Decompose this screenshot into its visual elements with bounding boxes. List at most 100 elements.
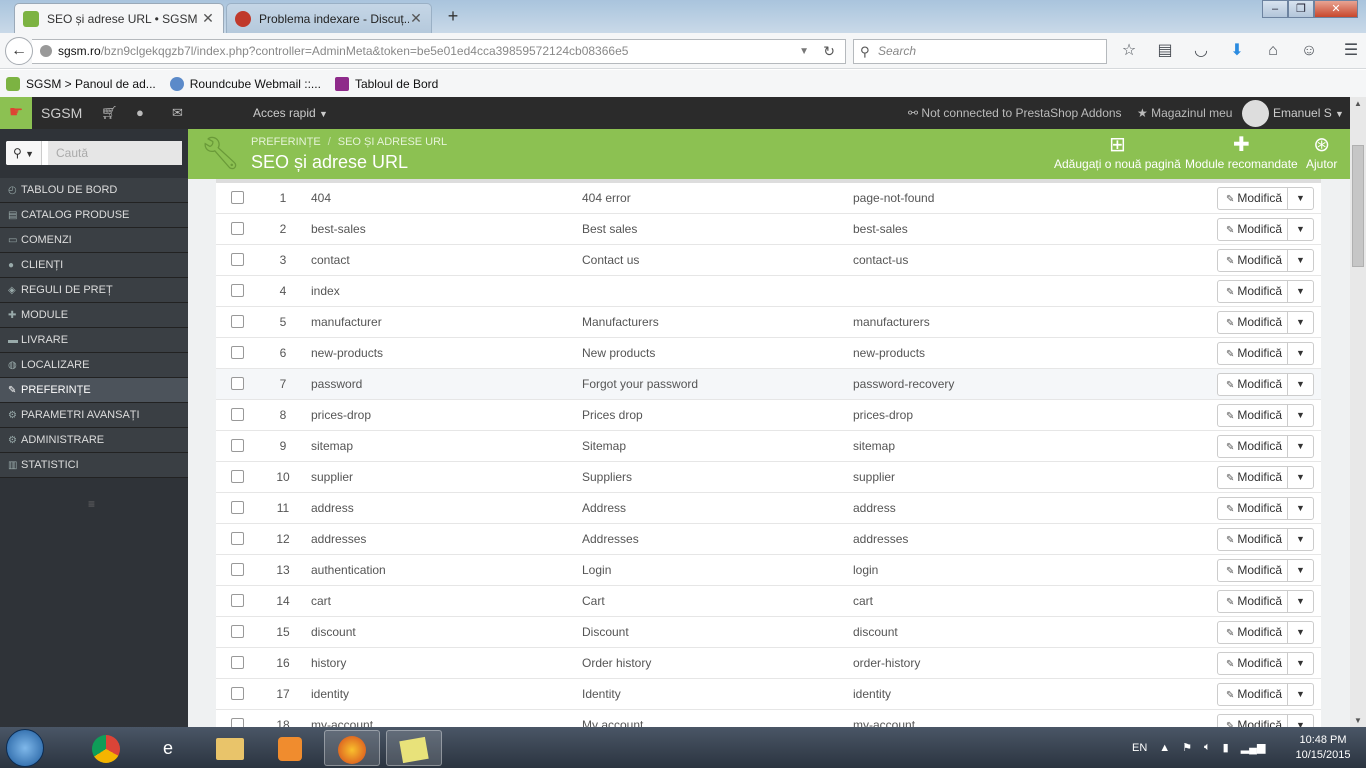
mail-icon[interactable]: ✉: [172, 97, 183, 129]
row-select-checkbox[interactable]: [231, 718, 244, 727]
row-select-checkbox[interactable]: [231, 470, 244, 483]
maximize-button[interactable]: ❐: [1288, 0, 1314, 18]
row-select-checkbox[interactable]: [231, 191, 244, 204]
sidebar-search-input[interactable]: Caută: [48, 141, 182, 165]
edit-button[interactable]: ✎ Modifică: [1217, 373, 1288, 396]
row-actions-dropdown-button[interactable]: ▼: [1287, 404, 1314, 427]
help-button[interactable]: ⊛ Ajutor: [1306, 133, 1337, 171]
breadcrumb-item[interactable]: SEO ȘI ADRESE URL: [338, 136, 447, 148]
bookmark-item[interactable]: SGSM > Panoul de ad...: [6, 76, 156, 91]
scroll-up-icon[interactable]: ▲: [1350, 99, 1366, 108]
site-identity-icon[interactable]: [40, 45, 52, 57]
reload-icon[interactable]: ↻: [823, 40, 835, 63]
language-indicator[interactable]: EN: [1132, 742, 1147, 754]
show-hidden-icons-icon[interactable]: ▲: [1159, 742, 1170, 754]
row-select-checkbox[interactable]: [231, 315, 244, 328]
search-scope-dropdown[interactable]: ⚲ ▼: [6, 141, 42, 165]
sidebar-item-localization[interactable]: ◍ LOCALIZARE: [0, 353, 188, 378]
sticky-notes-taskbar-icon[interactable]: [386, 730, 442, 766]
edit-button[interactable]: ✎ Modifică: [1217, 342, 1288, 365]
user-menu[interactable]: Emanuel S ▼: [1273, 97, 1344, 130]
avatar[interactable]: [1242, 100, 1269, 127]
hand-pointer-icon[interactable]: ☛: [0, 97, 32, 129]
firefox-taskbar-icon[interactable]: [324, 730, 380, 766]
row-actions-dropdown-button[interactable]: ▼: [1287, 373, 1314, 396]
row-actions-dropdown-button[interactable]: ▼: [1287, 528, 1314, 551]
shop-name[interactable]: SGSM: [41, 97, 82, 129]
row-actions-dropdown-button[interactable]: ▼: [1287, 311, 1314, 334]
close-tab-icon[interactable]: ✕: [409, 10, 423, 27]
row-select-checkbox[interactable]: [231, 687, 244, 700]
url-history-dropdown-icon[interactable]: ▼: [799, 40, 809, 63]
action-center-flag-icon[interactable]: ⚑: [1182, 741, 1192, 754]
network-signal-icon[interactable]: ▂▄▆: [1241, 741, 1266, 754]
minimize-button[interactable]: –: [1262, 0, 1288, 18]
media-player-taskbar-icon[interactable]: [262, 730, 318, 766]
file-explorer-taskbar-icon[interactable]: [202, 730, 258, 766]
menu-icon[interactable]: ☰: [1340, 39, 1362, 63]
home-icon[interactable]: ⌂: [1262, 39, 1284, 63]
row-select-checkbox[interactable]: [231, 253, 244, 266]
pocket-icon[interactable]: ◡: [1190, 39, 1212, 63]
row-actions-dropdown-button[interactable]: ▼: [1287, 652, 1314, 675]
sidebar-item-preferences[interactable]: ✎ PREFERINȚE: [0, 378, 188, 403]
back-button[interactable]: ←: [5, 37, 33, 65]
cart-icon[interactable]: 🛒︎: [101, 97, 118, 129]
edit-button[interactable]: ✎ Modifică: [1217, 683, 1288, 706]
system-clock[interactable]: 10:48 PM 10/15/2015: [1286, 733, 1360, 763]
row-select-checkbox[interactable]: [231, 222, 244, 235]
row-actions-dropdown-button[interactable]: ▼: [1287, 249, 1314, 272]
row-actions-dropdown-button[interactable]: ▼: [1287, 714, 1314, 727]
row-actions-dropdown-button[interactable]: ▼: [1287, 621, 1314, 644]
my-shops-link[interactable]: ★ Magazinul meu: [1137, 97, 1232, 129]
row-select-checkbox[interactable]: [231, 594, 244, 607]
add-new-page-button[interactable]: ⊞ Adăugați o nouă pagină: [1054, 133, 1181, 171]
new-tab-button[interactable]: +: [442, 6, 464, 28]
sidebar-item-administration[interactable]: ⚙ ADMINISTRARE: [0, 428, 188, 453]
row-actions-dropdown-button[interactable]: ▼: [1287, 559, 1314, 582]
edit-button[interactable]: ✎ Modifică: [1217, 652, 1288, 675]
row-actions-dropdown-button[interactable]: ▼: [1287, 187, 1314, 210]
downloads-icon[interactable]: ⬇: [1226, 39, 1248, 63]
edit-button[interactable]: ✎ Modifică: [1217, 249, 1288, 272]
page-scrollbar[interactable]: ▲ ▼: [1350, 97, 1366, 727]
row-select-checkbox[interactable]: [231, 563, 244, 576]
row-select-checkbox[interactable]: [231, 346, 244, 359]
edit-button[interactable]: ✎ Modifică: [1217, 497, 1288, 520]
row-actions-dropdown-button[interactable]: ▼: [1287, 590, 1314, 613]
scroll-down-icon[interactable]: ▼: [1350, 716, 1366, 725]
collapse-sidebar-icon[interactable]: ≡: [88, 498, 100, 510]
edit-button[interactable]: ✎ Modifică: [1217, 404, 1288, 427]
bookmark-item[interactable]: Tabloul de Bord: [334, 76, 438, 91]
sidebar-item-dashboard[interactable]: ◴ TABLOU DE BORD: [0, 178, 188, 203]
row-actions-dropdown-button[interactable]: ▼: [1287, 342, 1314, 365]
edit-button[interactable]: ✎ Modifică: [1217, 559, 1288, 582]
sidebar-item-modules[interactable]: ✚ MODULE: [0, 303, 188, 328]
edit-button[interactable]: ✎ Modifică: [1217, 621, 1288, 644]
start-button[interactable]: [6, 729, 44, 767]
volume-icon[interactable]: 🔈︎: [1204, 741, 1211, 754]
sidebar-item-price-rules[interactable]: ◈ REGULI DE PREȚ: [0, 278, 188, 303]
edit-button[interactable]: ✎ Modifică: [1217, 280, 1288, 303]
edit-button[interactable]: ✎ Modifică: [1217, 435, 1288, 458]
row-select-checkbox[interactable]: [231, 408, 244, 421]
row-select-checkbox[interactable]: [231, 501, 244, 514]
browser-search-input[interactable]: ⚲ Search: [853, 39, 1107, 64]
bookmark-item[interactable]: Roundcube Webmail ::...: [169, 76, 321, 91]
url-bar[interactable]: sgsm.ro/bzn9clgekqgzb7l/index.php?contro…: [32, 39, 846, 64]
sidebar-item-orders[interactable]: ▭ COMENZI: [0, 228, 188, 253]
edit-button[interactable]: ✎ Modifică: [1217, 528, 1288, 551]
row-actions-dropdown-button[interactable]: ▼: [1287, 497, 1314, 520]
battery-icon[interactable]: ▮: [1223, 741, 1229, 754]
edit-button[interactable]: ✎ Modifică: [1217, 590, 1288, 613]
edit-button[interactable]: ✎ Modifică: [1217, 714, 1288, 727]
row-select-checkbox[interactable]: [231, 377, 244, 390]
internet-explorer-taskbar-icon[interactable]: e: [140, 730, 196, 766]
sidebar-item-customers[interactable]: ● CLIENȚI: [0, 253, 188, 278]
browser-tab-inactive[interactable]: Problema indexare - Discuț... ✕: [226, 3, 432, 33]
edit-button[interactable]: ✎ Modifică: [1217, 187, 1288, 210]
row-actions-dropdown-button[interactable]: ▼: [1287, 683, 1314, 706]
row-actions-dropdown-button[interactable]: ▼: [1287, 280, 1314, 303]
sidebar-item-catalog[interactable]: ▤ CATALOG PRODUSE: [0, 203, 188, 228]
row-select-checkbox[interactable]: [231, 439, 244, 452]
